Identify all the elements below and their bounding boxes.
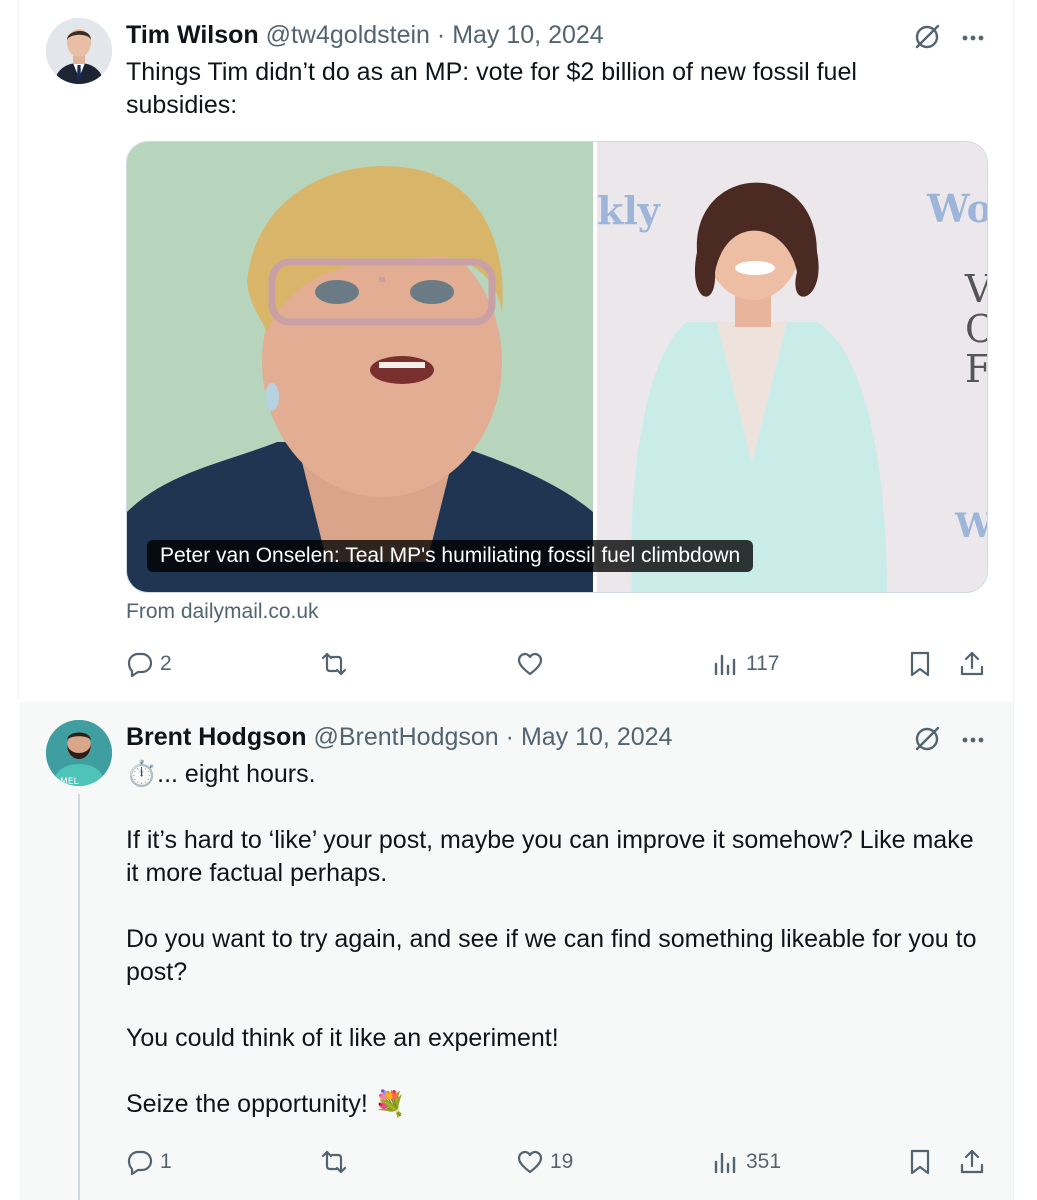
author-handle[interactable]: @BrentHodgson xyxy=(314,723,499,751)
svg-text:kly: kly xyxy=(597,188,661,233)
tweet-brent-hodgson[interactable]: MEL Brent Hodgson @BrentHodgson · May 10… xyxy=(19,702,1013,1200)
bookmark-button[interactable] xyxy=(906,644,934,684)
more-icon[interactable] xyxy=(959,24,987,52)
reply-icon xyxy=(127,1150,153,1176)
bookmark-icon xyxy=(910,651,930,677)
link-card[interactable]: kly Wom Wom V C F Peter van Onselen: Tea… xyxy=(126,141,988,593)
avatar[interactable]: MEL xyxy=(46,720,112,786)
reply-count: 2 xyxy=(160,652,172,675)
header-separator: · xyxy=(436,21,446,49)
view-count: 117 xyxy=(746,652,780,675)
share-button[interactable] xyxy=(958,644,986,684)
share-button[interactable] xyxy=(958,1142,986,1182)
views-button[interactable]: 117 xyxy=(712,644,779,684)
repost-icon xyxy=(321,652,347,676)
reply-button[interactable]: 2 xyxy=(126,644,172,684)
tweet-paragraph: You could think of it like an experiment… xyxy=(126,1024,559,1052)
author-handle[interactable]: @tw4goldstein xyxy=(266,21,430,49)
reply-count: 1 xyxy=(160,1150,172,1173)
svg-text:C: C xyxy=(965,307,988,351)
tweet-text-line: ⏱️... eight hours. xyxy=(126,760,316,788)
reply-icon xyxy=(127,652,153,678)
views-icon xyxy=(714,654,736,676)
tweet-header: Brent Hodgson @BrentHodgson · May 10, 20… xyxy=(126,720,672,754)
repost-button[interactable] xyxy=(320,1142,354,1182)
svg-text:Wom: Wom xyxy=(926,186,988,231)
repost-button[interactable] xyxy=(320,644,354,684)
svg-text:MEL: MEL xyxy=(60,777,78,786)
grok-icon[interactable] xyxy=(912,724,942,754)
reply-button[interactable]: 1 xyxy=(126,1142,172,1182)
tweet-text-line: Things Tim didn’t do as an MP: vote for … xyxy=(126,58,857,119)
header-separator: · xyxy=(505,723,514,751)
bookmark-icon xyxy=(910,1149,930,1175)
tweet-tim-wilson[interactable]: Tim Wilson @tw4goldstein · May 10, 2024 … xyxy=(19,0,1013,702)
author-name[interactable]: Brent Hodgson xyxy=(126,723,307,751)
like-button[interactable] xyxy=(516,644,550,684)
tweet-date[interactable]: May 10, 2024 xyxy=(521,723,673,751)
tweet-header: Tim Wilson @tw4goldstein · May 10, 2024 xyxy=(126,18,604,52)
column-border-right xyxy=(1013,0,1014,1200)
view-count: 351 xyxy=(746,1150,782,1173)
tweet-text: Things Tim didn’t do as an MP: vote for … xyxy=(126,56,926,122)
like-button[interactable]: 19 xyxy=(516,1142,573,1182)
tweet-paragraph: Seize the opportunity! 💐 xyxy=(126,1090,406,1118)
tweet-date[interactable]: May 10, 2024 xyxy=(452,21,604,49)
svg-text:F: F xyxy=(965,347,988,391)
share-icon xyxy=(960,651,984,676)
tweet-actions: 2 117 xyxy=(126,644,996,684)
tweet-paragraph: Do you want to try again, and see if we … xyxy=(126,925,977,986)
heart-icon xyxy=(517,1150,543,1174)
share-icon xyxy=(960,1149,984,1174)
grok-icon[interactable] xyxy=(912,22,942,52)
card-image: kly Wom Wom V C F xyxy=(127,142,988,592)
tweet-text: ⏱️... eight hours. If it’s hard to ‘like… xyxy=(126,758,986,1121)
views-button[interactable]: 351 xyxy=(712,1142,781,1182)
heart-icon xyxy=(517,652,543,676)
svg-text:V: V xyxy=(964,267,988,311)
author-name[interactable]: Tim Wilson xyxy=(126,21,259,49)
bookmark-button[interactable] xyxy=(906,1142,934,1182)
like-count: 19 xyxy=(550,1150,574,1173)
tweet-paragraph: If it’s hard to ‘like’ your post, maybe … xyxy=(126,826,974,887)
svg-text:Wom: Wom xyxy=(954,506,988,546)
avatar[interactable] xyxy=(46,18,112,84)
thread-connector xyxy=(78,794,80,1200)
tweet-actions: 1 19 351 xyxy=(126,1142,996,1182)
views-icon xyxy=(714,1152,736,1174)
more-icon[interactable] xyxy=(959,726,987,754)
repost-icon xyxy=(321,1150,347,1174)
card-source[interactable]: From dailymail.co.uk xyxy=(126,600,319,624)
card-caption: Peter van Onselen: Teal MP's humiliating… xyxy=(147,540,754,572)
